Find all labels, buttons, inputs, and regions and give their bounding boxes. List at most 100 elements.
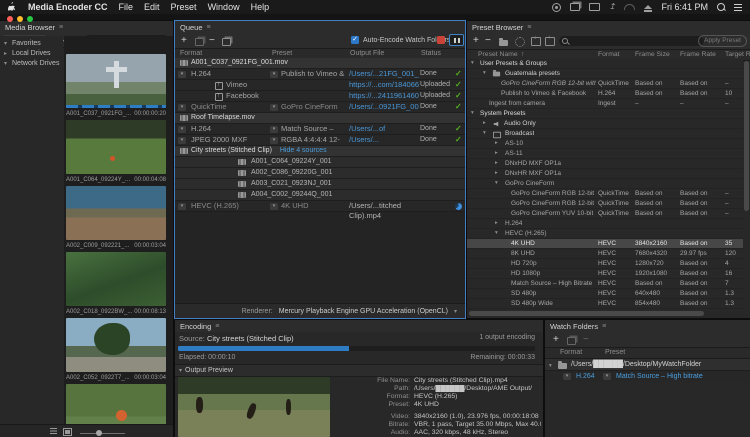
preset-category-row[interactable]: ▾ HEVC (H.265) bbox=[467, 229, 743, 239]
clip-thumbnail-soccer-field[interactable] bbox=[66, 120, 166, 174]
output-preview-section[interactable]: ▾ Output Preview bbox=[175, 364, 543, 377]
chevron-down-icon[interactable]: ▾ bbox=[471, 109, 474, 118]
clip-thumbnail-jungle[interactable] bbox=[66, 252, 166, 306]
queue-subsource-row[interactable]: A003_C021_0923NJ_001 bbox=[175, 179, 465, 190]
chevron-right-icon[interactable]: ▸ bbox=[495, 139, 498, 148]
queue-output-row[interactable]: ▾ JPEG 2000 MXF OP1a ▾ RGBA 4:4:4:4 12-b… bbox=[175, 135, 465, 146]
menu-edit[interactable]: Edit bbox=[144, 2, 160, 12]
edit-watch-folder-icon[interactable] bbox=[567, 337, 576, 345]
clip-thumbnail-cross-monument[interactable] bbox=[66, 54, 166, 108]
queue-subsource-row[interactable]: A002_C086_09220G_001 bbox=[175, 168, 465, 179]
menu-file[interactable]: File bbox=[119, 2, 134, 12]
apple-icon[interactable] bbox=[8, 2, 17, 12]
status-arrow-icon[interactable]: ↥ bbox=[609, 3, 616, 11]
panel-menu-icon[interactable]: ≡ bbox=[207, 24, 211, 31]
preset-category-row[interactable]: ▸ H.264 bbox=[467, 219, 743, 229]
preset-group-row[interactable]: ▾ System Presets bbox=[467, 109, 743, 119]
tree-item-local-drives[interactable]: ▸ Local Drives bbox=[0, 49, 63, 59]
output-file-link[interactable]: /Users/...0921FG_001.mov bbox=[349, 102, 419, 112]
menu-preset[interactable]: Preset bbox=[171, 2, 197, 12]
stop-queue-button[interactable] bbox=[437, 36, 445, 44]
queue-output-row[interactable]: ▾ QuickTime ▾ GoPro CineForm RGB 12... /… bbox=[175, 102, 465, 113]
chevron-down-icon[interactable]: ▾ bbox=[495, 229, 498, 238]
panel-menu-icon[interactable]: ≡ bbox=[59, 24, 63, 31]
status-windows-icon[interactable] bbox=[570, 3, 580, 11]
preset-dropdown[interactable]: ▾ bbox=[270, 126, 278, 133]
chevron-down-icon[interactable]: ▾ bbox=[454, 308, 457, 315]
zoom-slider-handle[interactable] bbox=[96, 430, 102, 436]
preset-dropdown[interactable]: ▾ bbox=[603, 373, 611, 380]
queue-subsource-row[interactable]: A001_C064_09224Y_001 bbox=[175, 157, 465, 168]
clip-thumbnail-aerial-town[interactable] bbox=[66, 186, 166, 240]
clip-thumbnail-ball[interactable] bbox=[66, 384, 166, 425]
queue-source-row[interactable]: A001_C037_0921FG_001.mov bbox=[175, 58, 465, 69]
watch-folder-output-row[interactable]: ▾ H.264 ▾ Match Source – High bitrate bbox=[545, 371, 750, 382]
chevron-right-icon[interactable]: ▸ bbox=[495, 159, 498, 168]
preset-folder-row[interactable]: ▾ Guatemala presets bbox=[467, 69, 743, 79]
menu-help[interactable]: Help bbox=[251, 2, 270, 12]
status-camera-icon[interactable] bbox=[552, 3, 561, 12]
preset-row[interactable]: GoPro CineForm RGB 12-bit with alpha Qui… bbox=[467, 189, 743, 199]
zoom-slider-track[interactable] bbox=[80, 433, 125, 434]
format-dropdown[interactable]: ▾ bbox=[178, 203, 186, 210]
scrub-bar[interactable] bbox=[66, 105, 166, 108]
panel-menu-icon[interactable]: ≡ bbox=[215, 323, 219, 330]
add-preset-button[interactable]: + bbox=[473, 35, 479, 46]
format-dropdown[interactable]: ▾ bbox=[178, 137, 186, 144]
chevron-down-icon[interactable]: ▾ bbox=[495, 179, 498, 188]
zoom-button[interactable] bbox=[27, 16, 33, 22]
chevron-right-icon[interactable]: ▸ bbox=[495, 169, 498, 178]
format-dropdown[interactable]: ▾ bbox=[178, 104, 186, 111]
preset-row[interactable]: Publish to Vimeo & Facebook H.264 Based … bbox=[467, 89, 743, 99]
preset-dropdown[interactable]: ▾ bbox=[270, 104, 278, 111]
duplicate-icon[interactable] bbox=[195, 38, 204, 46]
panel-menu-icon[interactable]: ≡ bbox=[602, 323, 606, 330]
chevron-right-icon[interactable]: ▸ bbox=[483, 119, 486, 128]
queue-source-row-stitched[interactable]: City streets (Stitched Clip) Hide 4 sour… bbox=[175, 146, 465, 157]
eject-icon[interactable] bbox=[644, 5, 652, 9]
chevron-down-icon[interactable]: ▾ bbox=[483, 69, 486, 78]
preset-dropdown[interactable]: ▾ bbox=[270, 71, 278, 78]
chevron-right-icon[interactable]: ▸ bbox=[495, 219, 498, 228]
chevron-down-icon[interactable]: ▾ bbox=[471, 59, 474, 68]
status-display-icon[interactable] bbox=[589, 3, 600, 11]
new-group-icon[interactable] bbox=[499, 40, 508, 46]
queue-output-row[interactable]: ▾ H.264 ▾ Publish to Vimeo & Face... /Us… bbox=[175, 69, 465, 80]
import-presets-icon[interactable] bbox=[531, 37, 541, 46]
preset-category-row[interactable]: ▸ Audio Only bbox=[467, 119, 743, 129]
preset-row[interactable]: Ingest from camera Ingest – – – bbox=[467, 99, 743, 109]
add-output-button[interactable]: + bbox=[181, 35, 187, 46]
clip-item[interactable]: A002_C052_0922T7_... 00:00:03:04 bbox=[66, 318, 166, 384]
queue-output-row-encoding[interactable]: ▾ HEVC (H.265) ▾ 4K UHD /Users/...titche… bbox=[175, 201, 465, 212]
wifi-icon[interactable] bbox=[624, 4, 635, 10]
watch-folder-row[interactable]: ▾ /Users/██████/Desktop/MyWatchFolder bbox=[545, 359, 750, 371]
preset-category-row[interactable]: ▸ JPEG 2000 MXF OP1a bbox=[467, 309, 743, 310]
minimize-button[interactable] bbox=[17, 16, 23, 22]
preset-row[interactable]: SD 480p Wide HEVC (H.265) 854x480 Based … bbox=[467, 299, 743, 309]
preset-category-row[interactable]: ▸ DNxHD MXF OP1a bbox=[467, 159, 743, 169]
clip-item[interactable]: A002_C018_0922BW_... 00:00:08:13 bbox=[66, 252, 166, 318]
format-dropdown[interactable]: ▾ bbox=[178, 126, 186, 133]
close-button[interactable] bbox=[7, 16, 13, 22]
upload-url-link[interactable]: https://...24119614602283 bbox=[349, 91, 419, 101]
preset-category-row[interactable]: ▾ GoPro CineForm bbox=[467, 179, 743, 189]
preset-row[interactable]: Match Source – High Bitrate HEVC (H.265)… bbox=[467, 279, 743, 289]
tree-item-favorites[interactable]: ▾ Favorites bbox=[0, 39, 63, 49]
preset-row[interactable]: HD 1080p HEVC (H.265) 1920x1080 Based on… bbox=[467, 269, 743, 279]
preset-row[interactable]: SD 480p HEVC (H.265) 640x480 Based on so… bbox=[467, 289, 743, 299]
queue-share-row[interactable]: Vimeo https://...com/184066142 Uploaded … bbox=[175, 80, 465, 91]
remove-watch-folder-button[interactable]: − bbox=[583, 334, 589, 345]
apply-preset-button[interactable]: Apply Preset bbox=[698, 35, 747, 47]
vertical-scrollbar[interactable] bbox=[744, 61, 749, 211]
output-file-link[interactable]: /Users/...21FG_001_1.mp4 bbox=[349, 69, 419, 79]
chevron-down-icon[interactable]: ▾ bbox=[4, 39, 7, 49]
menu-window[interactable]: Window bbox=[208, 2, 240, 12]
preset-row-selected[interactable]: 4K UHD HEVC (H.265) 3840x2160 Based on s… bbox=[467, 239, 743, 249]
preset-row[interactable]: GoPro CineForm RGB 12-bit with alpha... … bbox=[467, 199, 743, 209]
export-presets-icon[interactable] bbox=[545, 37, 555, 46]
preset-category-row[interactable]: ▸ AS-11 bbox=[467, 149, 743, 159]
upload-url-link[interactable]: https://...com/184066142 bbox=[349, 80, 419, 90]
remove-button[interactable]: − bbox=[209, 35, 215, 46]
clip-item[interactable]: A001_C064_09224Y_... 00:00:04:08 bbox=[66, 120, 166, 186]
preset-category-row[interactable]: ▸ DNxHR MXF OP1a bbox=[467, 169, 743, 179]
